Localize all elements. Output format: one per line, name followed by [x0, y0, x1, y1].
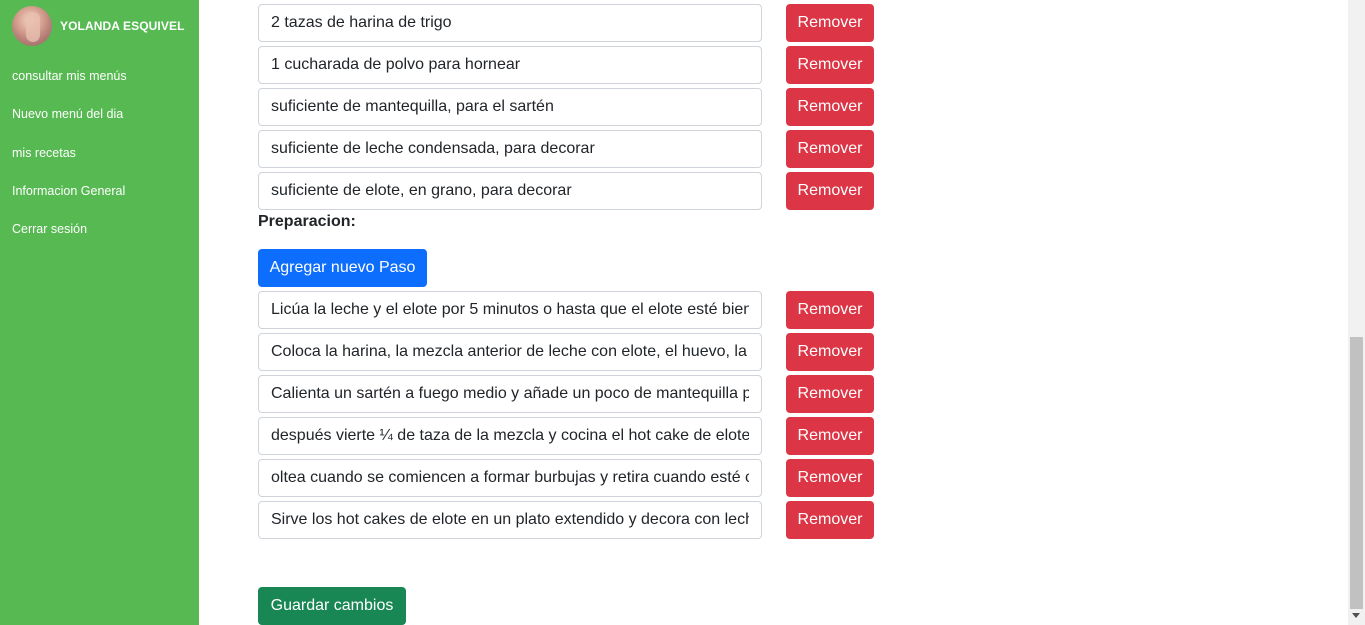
- ingredient-input[interactable]: [258, 46, 762, 84]
- remove-ingredient-button[interactable]: Remover: [786, 172, 874, 210]
- remove-step-button[interactable]: Remover: [786, 375, 874, 413]
- remove-ingredient-button[interactable]: Remover: [786, 88, 874, 126]
- ingredient-row: Remover: [258, 130, 874, 168]
- ingredient-input[interactable]: [258, 172, 762, 210]
- preparation-label: Preparacion:: [258, 213, 356, 230]
- remove-step-button[interactable]: Remover: [786, 501, 874, 539]
- user-name: YOLANDA ESQUIVEL: [60, 19, 185, 33]
- nav-mis-recetas[interactable]: mis recetas: [12, 146, 76, 160]
- vertical-scrollbar[interactable]: [1348, 0, 1365, 625]
- step-row: Remover: [258, 333, 874, 371]
- step-row: Remover: [258, 375, 874, 413]
- ingredient-input[interactable]: [258, 4, 762, 42]
- remove-ingredient-button[interactable]: Remover: [786, 4, 874, 42]
- step-row: Remover: [258, 459, 874, 497]
- ingredient-row: Remover: [258, 46, 874, 84]
- nav-nuevo-menu[interactable]: Nuevo menú del dia: [12, 107, 123, 121]
- remove-ingredient-button[interactable]: Remover: [786, 46, 874, 84]
- ingredient-row: Remover: [258, 88, 874, 126]
- remove-step-button[interactable]: Remover: [786, 459, 874, 497]
- ingredient-input[interactable]: [258, 130, 762, 168]
- step-row: Remover: [258, 501, 874, 539]
- remove-ingredient-button[interactable]: Remover: [786, 130, 874, 168]
- step-input[interactable]: [258, 459, 762, 497]
- scroll-down-arrow-icon[interactable]: [1352, 613, 1360, 618]
- user-profile[interactable]: YOLANDA ESQUIVEL: [12, 6, 185, 46]
- remove-step-button[interactable]: Remover: [786, 333, 874, 371]
- step-input[interactable]: [258, 333, 762, 371]
- nav-consultar-menus[interactable]: consultar mis menús: [12, 69, 127, 83]
- step-input[interactable]: [258, 375, 762, 413]
- nav-informacion-general[interactable]: Informacion General: [12, 184, 125, 198]
- step-input[interactable]: [258, 291, 762, 329]
- app-window: YOLANDA ESQUIVEL consultar mis menús Nue…: [0, 0, 1365, 625]
- remove-step-button[interactable]: Remover: [786, 417, 874, 455]
- ingredient-row: Remover: [258, 4, 874, 42]
- sidebar: YOLANDA ESQUIVEL consultar mis menús Nue…: [0, 0, 199, 625]
- ingredient-row: Remover: [258, 172, 874, 210]
- nav-cerrar-sesion[interactable]: Cerrar sesión: [12, 222, 87, 236]
- ingredient-input[interactable]: [258, 88, 762, 126]
- step-input[interactable]: [258, 501, 762, 539]
- scrollbar-thumb[interactable]: [1350, 337, 1363, 609]
- add-step-button[interactable]: Agregar nuevo Paso: [258, 249, 427, 287]
- save-changes-button[interactable]: Guardar cambios: [258, 587, 406, 625]
- avatar: [12, 6, 52, 46]
- step-row: Remover: [258, 291, 874, 329]
- step-input[interactable]: [258, 417, 762, 455]
- step-row: Remover: [258, 417, 874, 455]
- remove-step-button[interactable]: Remover: [786, 291, 874, 329]
